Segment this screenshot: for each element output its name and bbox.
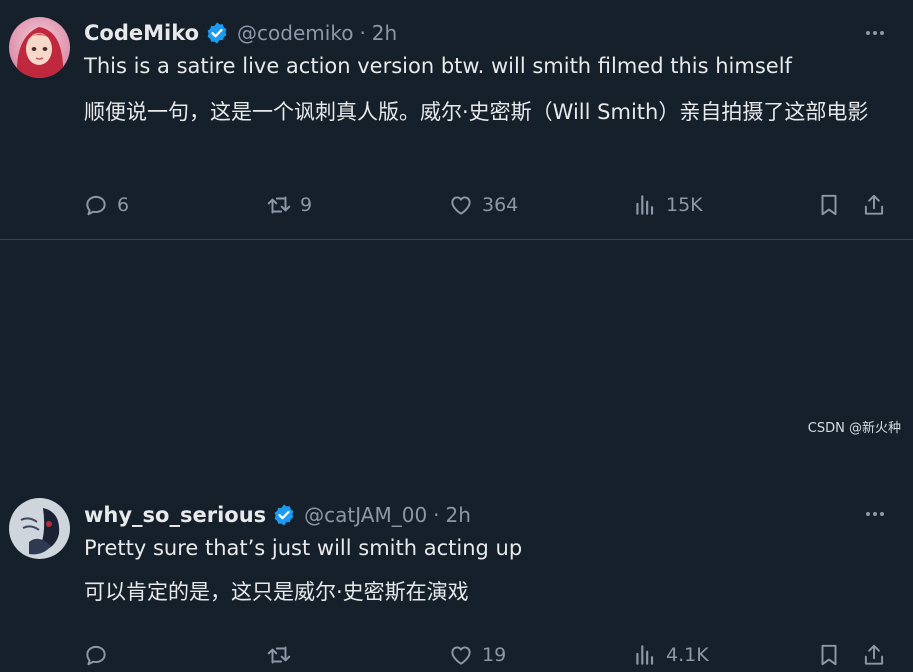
share-icon: [864, 644, 884, 665]
tweet-translation: 可以肯定的是，这只是威尔·史密斯在演戏: [84, 580, 469, 604]
retweet-count: 9: [300, 194, 313, 216]
tweet-text: Pretty sure that’s just will smith actin…: [84, 536, 523, 560]
bookmark-icon: [821, 194, 837, 216]
reply-count: 6: [117, 194, 130, 216]
reply-icon: [86, 645, 106, 666]
watermark: CSDN @新火种: [807, 421, 901, 436]
bookmark-icon: [821, 644, 837, 666]
verified-badge-icon: [205, 21, 229, 45]
tweet-translation: 顺便说一句，这是一个讽刺真人版。威尔·史密斯（Will Smith）亲自拍摄了这…: [84, 100, 869, 124]
reply-icon: [86, 195, 106, 216]
like-button[interactable]: 19: [448, 638, 506, 672]
action-bar: 6 9 364 15K: [83, 188, 893, 222]
bookmark-button[interactable]: [816, 188, 842, 222]
handle[interactable]: @catJAM_00: [304, 503, 427, 527]
tweet-codemiko[interactable]: CodeMiko @codemiko · 2h This is a satire…: [0, 0, 913, 240]
share-button[interactable]: [861, 638, 887, 672]
like-count: 364: [482, 194, 519, 216]
handle[interactable]: @codemiko: [237, 21, 353, 45]
heart-icon: [451, 196, 471, 215]
views-chart-icon: [636, 645, 654, 665]
like-button[interactable]: 364: [448, 188, 518, 222]
display-name[interactable]: why_so_serious: [84, 503, 266, 527]
avatar[interactable]: [9, 498, 70, 559]
reply-button[interactable]: 6: [83, 188, 129, 222]
views-count: 15K: [666, 194, 703, 216]
display-name[interactable]: CodeMiko: [84, 21, 199, 45]
reply-button[interactable]: [83, 638, 117, 672]
retweet-icon: [267, 646, 291, 664]
share-icon: [864, 194, 884, 215]
timestamp[interactable]: 2h: [372, 21, 397, 45]
views-button[interactable]: 15K: [632, 188, 703, 222]
views-count: 4.1K: [666, 644, 709, 666]
like-count: 19: [482, 644, 507, 666]
avatar[interactable]: [9, 17, 70, 78]
retweet-button[interactable]: [266, 638, 300, 672]
action-bar: 19 4.1K: [83, 638, 893, 672]
views-chart-icon: [636, 195, 654, 215]
share-button[interactable]: [861, 188, 887, 222]
tweet-why-so-serious[interactable]: why_so_serious @catJAM_00 · 2h Pretty su…: [0, 240, 913, 666]
more-options-icon[interactable]: [863, 502, 887, 526]
bookmark-button[interactable]: [816, 638, 842, 672]
more-options-icon[interactable]: [863, 21, 887, 45]
views-button[interactable]: 4.1K: [632, 638, 709, 672]
retweet-button[interactable]: 9: [266, 188, 312, 222]
tweet-text: This is a satire live action version btw…: [84, 54, 792, 78]
tweet-header: why_so_serious @catJAM_00 · 2h: [84, 500, 471, 530]
timestamp[interactable]: 2h: [446, 503, 471, 527]
verified-badge-icon: [272, 503, 296, 527]
heart-icon: [451, 646, 471, 665]
separator-dot: ·: [433, 503, 440, 527]
separator-dot: ·: [359, 21, 366, 45]
retweet-icon: [267, 196, 291, 214]
tweet-header: CodeMiko @codemiko · 2h: [84, 18, 397, 48]
